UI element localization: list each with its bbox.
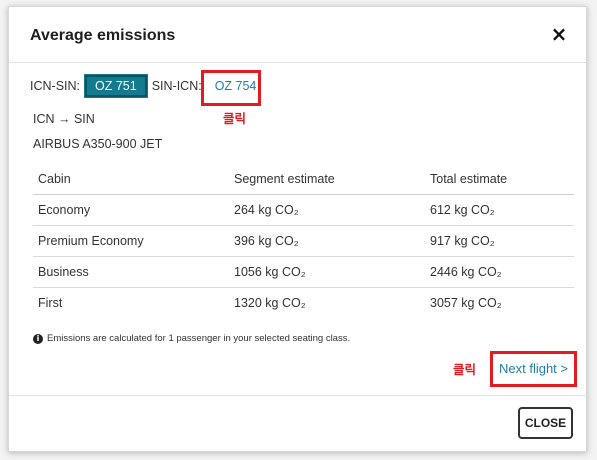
cell-cabin: Business (33, 256, 229, 288)
footer-divider (9, 395, 586, 396)
table-header-row: Cabin Segment estimate Total estimate (33, 164, 574, 195)
close-button[interactable]: CLOSE (518, 407, 573, 439)
flight-tab-oz754-label: OZ 754 (214, 79, 257, 93)
outbound-label: ICN-SIN: (30, 79, 80, 93)
info-note: i Emissions are calculated for 1 passeng… (33, 333, 350, 344)
cell-cabin: First (38, 296, 63, 310)
dialog-title: Average emissions (30, 27, 176, 44)
column-header: Total estimate (425, 164, 574, 195)
column-header: Cabin (33, 164, 229, 195)
flight-tab-oz754[interactable]: OZ 754 (200, 70, 263, 106)
cell-total: 3057 kg CO₂ (430, 296, 502, 310)
route-text: ICN → SIN (33, 112, 95, 126)
return-label: SIN-ICN: (151, 79, 202, 93)
cell-cabin: Premium Economy (33, 225, 229, 257)
cell-segment: 1056 kg CO₂ (229, 256, 425, 288)
table-row: Premium Economy 396 kg CO₂ 917 kg CO₂ (33, 225, 574, 257)
cell-segment: 396 kg CO₂ (229, 225, 425, 257)
cell-cabin: Economy (33, 194, 229, 226)
emissions-dialog: Average emissions × ICN-SIN: OZ 751 SIN-… (8, 6, 587, 452)
flight-selector: ICN-SIN: OZ 751 SIN-ICN: OZ 754 (30, 70, 263, 106)
cell-segment: 264 kg CO₂ (229, 194, 425, 226)
info-text: Emissions are calculated for 1 passenger… (47, 333, 351, 344)
emissions-table: Cabin Segment estimate Total estimate Ec… (33, 164, 574, 318)
cell-segment: 1320 kg CO₂ (234, 296, 306, 310)
annotation-click-label: 클릭 (453, 363, 477, 377)
column-header: Segment estimate (229, 164, 425, 195)
flight-tab-oz751[interactable]: OZ 751 (84, 74, 148, 98)
annotation-click-label: 클릭 (223, 112, 247, 126)
cell-total: 2446 kg CO₂ (425, 256, 574, 288)
table-row: Business 1056 kg CO₂ 2446 kg CO₂ (33, 256, 574, 288)
annotation-highlight-box: Next flight > (490, 351, 577, 387)
cell-total: 917 kg CO₂ (425, 225, 574, 257)
info-icon: i (33, 333, 43, 344)
cell-total: 612 kg CO₂ (425, 194, 574, 226)
next-flight-link[interactable]: Next flight > (493, 361, 574, 376)
dialog-header: Average emissions × (9, 7, 586, 63)
table-row: Economy 264 kg CO₂ 612 kg CO₂ (33, 194, 574, 226)
table-row: First 1320 kg CO₂ 3057 kg CO₂ (33, 288, 574, 319)
close-icon[interactable]: × (549, 24, 569, 44)
aircraft-text: AIRBUS A350-900 JET (33, 137, 163, 151)
